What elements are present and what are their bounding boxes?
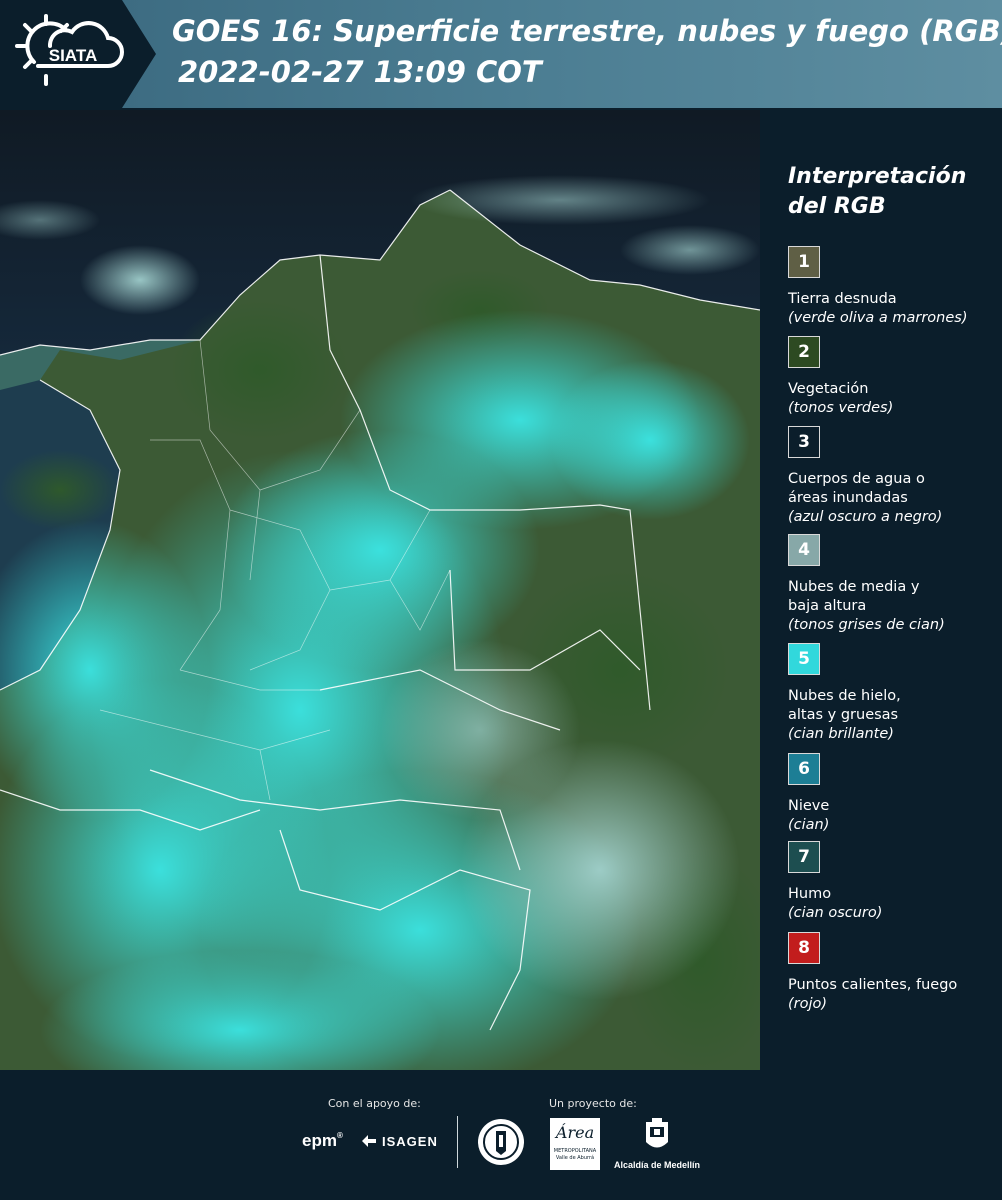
support-caption: Con el apoyo de: bbox=[328, 1097, 421, 1110]
alcaldia-logo: Alcaldía de Medellín bbox=[612, 1118, 702, 1170]
legend-swatch: 8 bbox=[788, 932, 820, 964]
legend-label: Tierra desnuda bbox=[788, 291, 897, 307]
footer-divider bbox=[457, 1116, 458, 1168]
epm-logo-text: epm bbox=[302, 1131, 337, 1150]
isagen-icon bbox=[362, 1135, 376, 1147]
sun-cloud-icon: SIATA bbox=[15, 14, 124, 86]
coat-of-arms-icon bbox=[646, 1118, 668, 1148]
header: SIATA GOES 16: Superficie terrestre, nub… bbox=[0, 0, 1002, 108]
legend-swatch: 2 bbox=[788, 336, 820, 368]
legend-item: 3 Cuerpos de agua o áreas inundadas (azu… bbox=[788, 426, 998, 527]
seal-icon bbox=[478, 1119, 524, 1165]
legend-description: (tonos grises de cian) bbox=[788, 617, 945, 633]
legend-swatch: 6 bbox=[788, 753, 820, 785]
legend-label: Cuerpos de agua o áreas inundadas bbox=[788, 471, 925, 506]
isagen-logo: ISAGEN bbox=[360, 1133, 438, 1149]
legend-label: Humo bbox=[788, 886, 832, 902]
legend-swatch: 1 bbox=[788, 246, 820, 278]
legend-swatch: 3 bbox=[788, 426, 820, 458]
project-caption: Un proyecto de: bbox=[549, 1097, 637, 1110]
university-seal-logo bbox=[476, 1117, 526, 1171]
legend-description: (cian brillante) bbox=[788, 726, 894, 742]
svg-text:SIATA: SIATA bbox=[49, 46, 97, 65]
legend-title-line1: Interpretación bbox=[788, 164, 967, 189]
legend-label: Vegetación bbox=[788, 381, 869, 397]
legend-item: 2 Vegetación (tonos verdes) bbox=[788, 336, 998, 418]
isagen-logo-text: ISAGEN bbox=[382, 1133, 438, 1149]
epm-logo: epm® bbox=[302, 1131, 343, 1150]
legend-label: Puntos calientes, fuego bbox=[788, 977, 958, 993]
legend-description: (cian oscuro) bbox=[788, 905, 883, 921]
legend-description: (verde oliva a marrones) bbox=[788, 310, 968, 326]
legend-description: (rojo) bbox=[788, 996, 828, 1012]
legend-item: 6 Nieve (cian) bbox=[788, 753, 998, 835]
legend-swatch: 7 bbox=[788, 841, 820, 873]
legend-label: Nubes de media y baja altura bbox=[788, 579, 920, 614]
timestamp: 2022-02-27 13:09 COT bbox=[178, 55, 542, 89]
area-metropolitana-logo: Área METROPOLITANA Valle de Aburrá bbox=[550, 1118, 600, 1170]
page-title: GOES 16: Superficie terrestre, nubes y f… bbox=[172, 14, 1002, 48]
legend-swatch: 4 bbox=[788, 534, 820, 566]
legend-description: (tonos verdes) bbox=[788, 400, 894, 416]
satellite-imagery bbox=[0, 110, 760, 1070]
legend-swatch: 5 bbox=[788, 643, 820, 675]
legend-item: 5 Nubes de hielo, altas y gruesas (cian … bbox=[788, 643, 998, 744]
legend-item: 1 Tierra desnuda (verde oliva a marrones… bbox=[788, 246, 998, 328]
legend-item: 7 Humo (cian oscuro) bbox=[788, 841, 998, 923]
legend-title-line2: del RGB bbox=[788, 194, 886, 219]
area-logo-text: Área bbox=[555, 1123, 595, 1142]
satellite-map[interactable] bbox=[0, 110, 760, 1070]
area-logo-sub2: Valle de Aburrá bbox=[555, 1155, 595, 1161]
legend-label: Nieve bbox=[788, 798, 830, 814]
footer: Con el apoyo de: Un proyecto de: epm® IS… bbox=[0, 1070, 1002, 1200]
legend-panel: Interpretación del RGB 1 Tierra desnuda … bbox=[760, 110, 1002, 1070]
area-logo-sub: METROPOLITANA bbox=[553, 1148, 597, 1154]
legend-item: 4 Nubes de media y baja altura (tonos gr… bbox=[788, 534, 998, 635]
alcaldia-logo-text: Alcaldía de Medellín bbox=[613, 1160, 701, 1170]
legend-label: Nubes de hielo, altas y gruesas bbox=[788, 688, 901, 723]
legend-item: 8 Puntos calientes, fuego (rojo) bbox=[788, 932, 998, 1014]
legend-description: (cian) bbox=[788, 817, 830, 833]
legend-title: Interpretación del RGB bbox=[788, 162, 988, 222]
legend-description: (azul oscuro a negro) bbox=[788, 509, 943, 525]
